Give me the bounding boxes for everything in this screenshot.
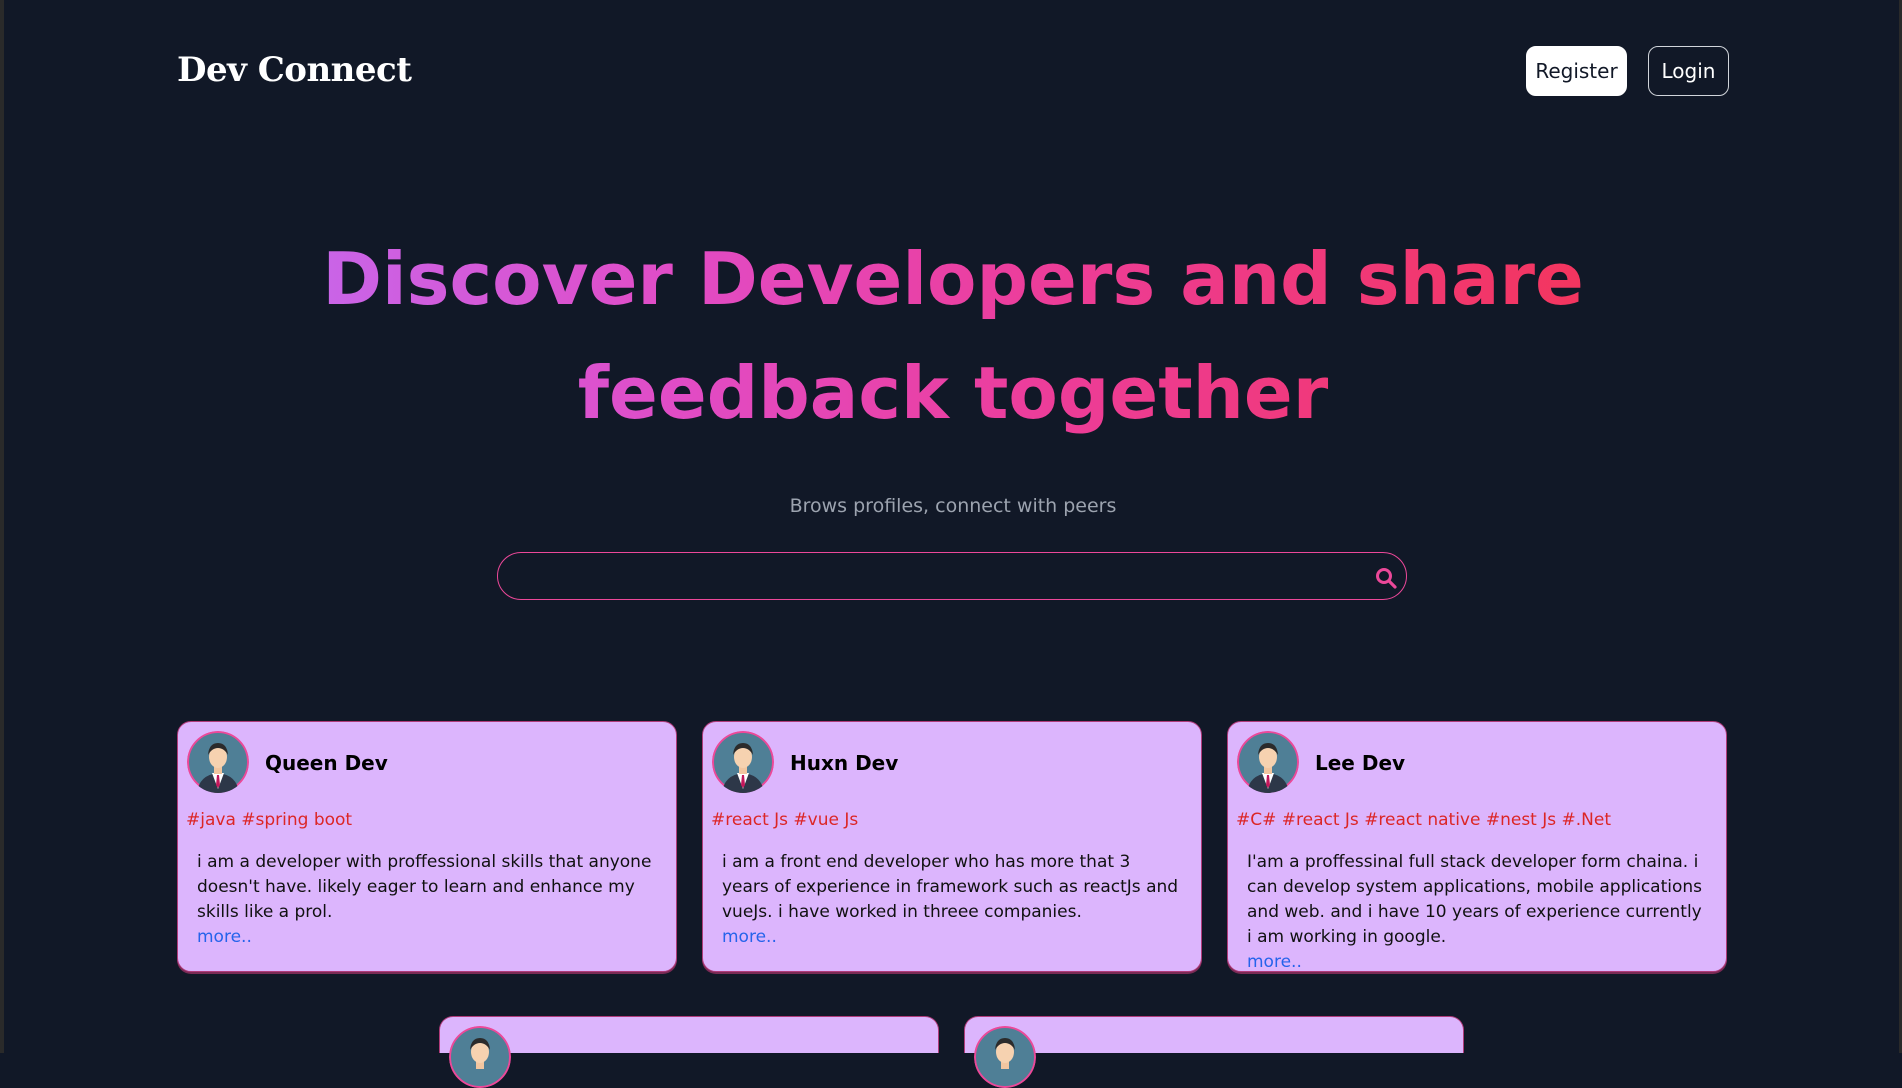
- register-button[interactable]: Register: [1526, 46, 1627, 96]
- profile-tags: #C# #react Js #react native #nest Js #.N…: [1236, 810, 1612, 830]
- profile-card[interactable]: Huxn Dev #react Js #vue Js i am a front …: [702, 721, 1202, 972]
- window-border-left: [0, 0, 4, 1053]
- search-bar: [497, 552, 1407, 600]
- profile-card[interactable]: [964, 1016, 1464, 1088]
- hero-subtitle: Brows profiles, connect with peers: [789, 495, 1117, 517]
- profile-name[interactable]: Queen Dev: [265, 751, 388, 775]
- top-navbar: Dev Connect Register Login: [177, 46, 1729, 98]
- profile-bio-text: i am a front end developer who has more …: [722, 852, 1179, 922]
- profile-tags: #react Js #vue Js: [711, 810, 859, 830]
- avatar-icon: [1237, 731, 1299, 793]
- avatar-icon: [187, 731, 249, 793]
- brand-logo[interactable]: Dev Connect: [177, 50, 412, 90]
- profile-card[interactable]: [439, 1016, 939, 1088]
- avatar-icon: [449, 1026, 511, 1088]
- profile-bio: I'am a proffessinal full stack developer…: [1247, 850, 1707, 975]
- profile-bio-text: I'am a proffessinal full stack developer…: [1247, 852, 1703, 947]
- login-button[interactable]: Login: [1648, 46, 1729, 96]
- search-icon[interactable]: [1374, 566, 1398, 590]
- search-input[interactable]: [518, 561, 1342, 593]
- avatar-icon: [712, 731, 774, 793]
- hero-title: Discover Developers and share feedback t…: [180, 222, 1726, 450]
- avatar-icon: [974, 1026, 1036, 1088]
- profile-name[interactable]: Huxn Dev: [790, 751, 898, 775]
- profile-bio: i am a front end developer who has more …: [722, 850, 1182, 950]
- profile-bio: i am a developer with proffessional skil…: [197, 850, 657, 950]
- profile-bio-text: i am a developer with proffessional skil…: [197, 852, 652, 922]
- more-link[interactable]: more..: [1247, 950, 1707, 975]
- more-link[interactable]: more..: [197, 925, 657, 950]
- profile-name[interactable]: Lee Dev: [1315, 751, 1405, 775]
- profile-card[interactable]: Queen Dev #java #spring boot i am a deve…: [177, 721, 677, 972]
- more-link[interactable]: more..: [722, 925, 1182, 950]
- profile-tags: #java #spring boot: [186, 810, 353, 830]
- profile-card[interactable]: Lee Dev #C# #react Js #react native #nes…: [1227, 721, 1727, 972]
